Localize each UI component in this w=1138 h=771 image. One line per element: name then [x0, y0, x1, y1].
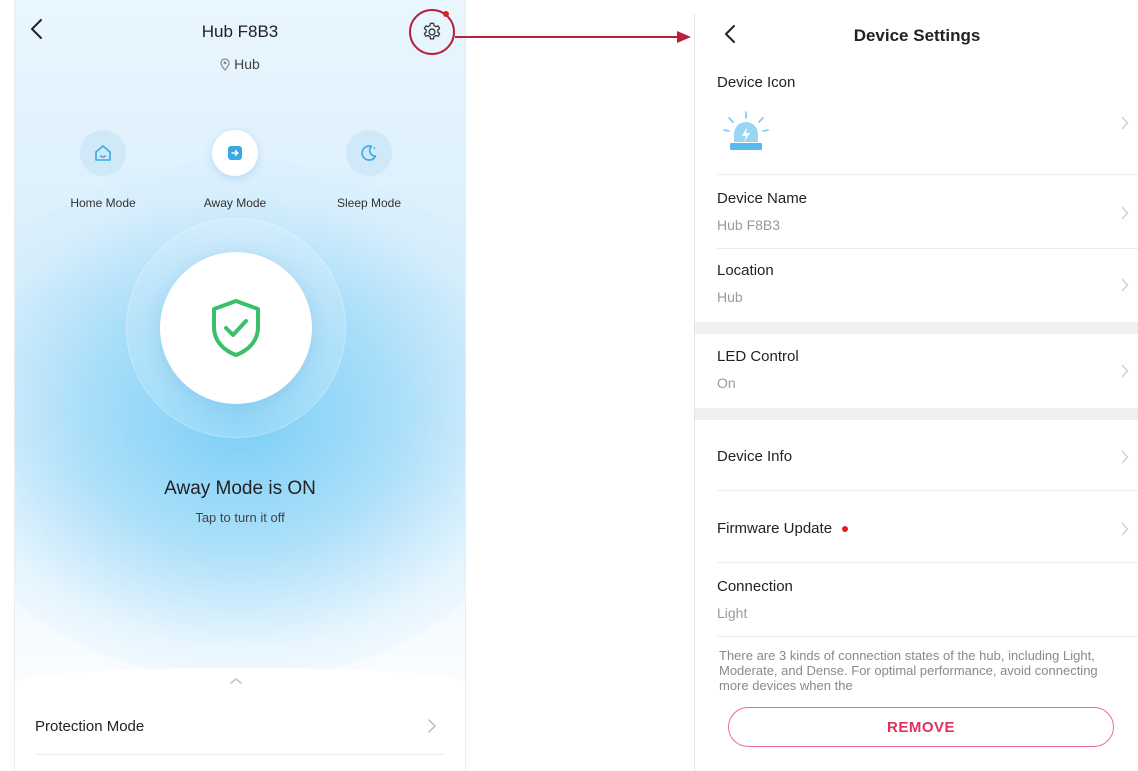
connection-label: Connection	[717, 578, 793, 595]
annotation-arrow	[455, 31, 691, 43]
hub-screen: Hub F8B3 Hub Home Mode Away Mode Sleep M…	[14, 0, 466, 771]
sleep-mode-button[interactable]: Sleep Mode	[309, 130, 429, 210]
device-info-row[interactable]: Device Info	[717, 420, 1138, 491]
location-text: Hub	[234, 56, 260, 72]
led-control-value: On	[717, 375, 736, 391]
firmware-update-row[interactable]: Firmware Update	[717, 490, 1138, 563]
notification-dot	[443, 11, 449, 17]
location-pin-icon	[220, 57, 230, 71]
location-row[interactable]: Location Hub	[717, 262, 1138, 320]
moon-icon	[361, 145, 377, 161]
device-name-label: Device Name	[717, 190, 808, 207]
page-title: Hub F8B3	[201, 22, 279, 41]
chevron-right-icon	[1121, 116, 1129, 130]
location-label: Location	[717, 262, 774, 279]
location-value: Hub	[717, 289, 743, 305]
sleep-mode-circle	[346, 130, 392, 176]
gear-icon	[423, 22, 441, 40]
section-divider	[695, 408, 1138, 420]
away-mode-button[interactable]: Away Mode	[175, 130, 295, 210]
device-name-value: Hub F8B3	[717, 217, 781, 233]
update-available-dot	[842, 526, 849, 533]
led-control-label: LED Control	[717, 348, 799, 365]
connection-row: Connection Light	[717, 578, 1138, 637]
device-settings-screen: Device Settings Device Icon Device Name …	[694, 14, 1138, 771]
mode-toggle-button[interactable]	[160, 252, 312, 404]
sleep-mode-label: Sleep Mode	[336, 196, 402, 210]
chevron-right-icon	[1121, 206, 1129, 220]
home-mode-button[interactable]: Home Mode	[43, 130, 163, 210]
firmware-update-label-wrap: Firmware Update	[717, 520, 1138, 537]
device-info-label: Device Info	[717, 448, 793, 465]
device-icon-label: Device Icon	[717, 74, 796, 91]
connection-value: Light	[717, 605, 748, 621]
device-icon-row[interactable]: Device Icon	[717, 72, 1138, 175]
shield-check-icon	[212, 299, 260, 357]
status-title[interactable]: Away Mode is ON	[15, 478, 465, 500]
chevron-right-icon	[1121, 364, 1129, 378]
home-mode-circle	[80, 130, 126, 176]
section-divider	[695, 322, 1138, 334]
connection-note: There are 3 kinds of connection states o…	[719, 648, 1098, 693]
home-icon	[95, 145, 111, 161]
device-name-row[interactable]: Device Name Hub F8B3	[717, 190, 1138, 249]
chevron-right-icon	[1121, 278, 1129, 292]
page-title: Device Settings	[853, 26, 981, 45]
status-subtitle: Tap to turn it off	[195, 510, 285, 525]
led-control-row[interactable]: LED Control On	[717, 348, 1138, 406]
chevron-right-icon	[428, 719, 436, 733]
away-mode-label: Away Mode	[203, 196, 267, 210]
chevron-up-icon	[230, 678, 242, 684]
chevron-right-icon	[1121, 450, 1129, 464]
protection-mode-label: Protection Mode	[35, 717, 145, 735]
remove-button[interactable]: REMOVE	[728, 707, 1114, 747]
protection-mode-row[interactable]: Protection Mode	[35, 698, 445, 755]
home-mode-label: Home Mode	[70, 196, 136, 210]
firmware-update-label: Firmware Update	[717, 520, 833, 537]
away-mode-circle	[212, 130, 258, 176]
expand-handle[interactable]	[229, 672, 243, 690]
away-icon	[228, 146, 242, 160]
alarm-siren-icon	[723, 111, 769, 150]
chevron-right-icon	[1121, 522, 1129, 536]
location-label: Hub	[15, 56, 465, 72]
